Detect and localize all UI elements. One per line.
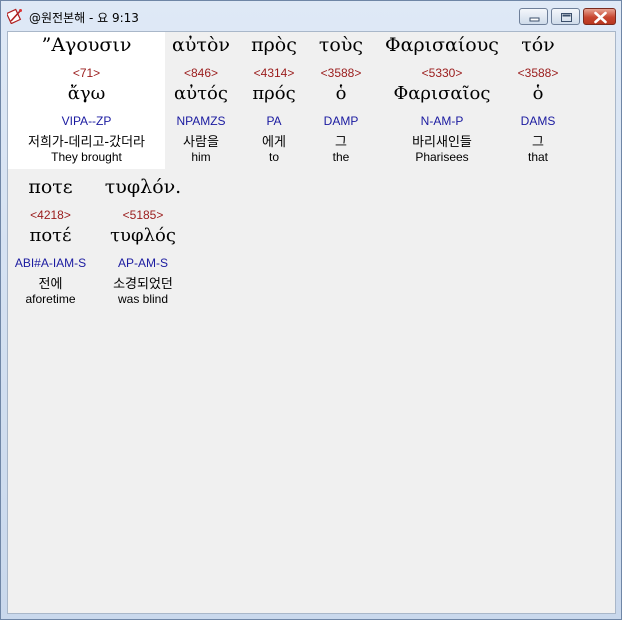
greek-word: ”Αγουσιν <box>41 34 132 56</box>
parsing-code: N-AM-P <box>420 114 464 128</box>
parsing-code: PA <box>266 114 282 128</box>
word-block[interactable]: τοὺς <3588> ὁ DAMP 그 the <box>310 32 372 169</box>
word-block[interactable]: αὐτὸν <846> αὐτός NPAMZS 사람을 him <box>165 32 237 169</box>
book-pen-icon[interactable] <box>5 8 23 25</box>
english-gloss: was blind <box>117 292 169 306</box>
english-gloss: to <box>268 150 279 164</box>
lemma: ὁ <box>532 83 544 104</box>
strong-number[interactable]: <5185> <box>98 208 188 222</box>
english-gloss: aforetime <box>25 292 76 306</box>
minimize-icon <box>529 17 540 22</box>
korean-gloss: 에게 <box>262 135 286 150</box>
strong-number[interactable]: <3588> <box>511 66 565 80</box>
strong-number[interactable]: <5330> <box>375 66 509 80</box>
greek-word: ποτε <box>28 176 73 198</box>
english-gloss: Pharisees <box>415 150 469 164</box>
parsing-code: ABI#A-IAM-S <box>14 256 87 270</box>
lemma: ὁ <box>335 83 347 104</box>
strong-number[interactable]: <4314> <box>240 66 308 80</box>
word-block[interactable]: ”Αγουσιν <71> ἄγω VIPA--ZP 저희가-데리고-갔더라 T… <box>8 32 165 169</box>
word-block[interactable]: πρὸς <4314> πρός PA 에게 to <box>240 32 308 169</box>
greek-word: τόν <box>521 34 555 56</box>
parsing-code: NPAMZS <box>176 114 226 128</box>
close-icon <box>594 11 607 24</box>
lemma: ἄγω <box>67 83 106 104</box>
english-gloss: that <box>527 150 548 164</box>
close-button[interactable] <box>583 8 616 25</box>
parsing-code: DAMP <box>323 114 359 128</box>
word-block[interactable]: τόν <3588> ὁ DAMS 그 that <box>511 32 565 169</box>
word-block[interactable]: τυφλόν. <5185> τυφλός AP-AM-S 소경되었던 was … <box>98 174 188 311</box>
korean-gloss: 사람을 <box>183 135 219 150</box>
parsing-code: VIPA--ZP <box>61 114 112 128</box>
parsing-code: AP-AM-S <box>117 256 168 270</box>
parsing-code: DAMS <box>520 114 556 128</box>
title-bar[interactable]: @원전본해 - 요 9:13 <box>1 1 621 31</box>
korean-gloss: 그 <box>335 135 347 150</box>
strong-number[interactable]: <3588> <box>310 66 372 80</box>
english-gloss: the <box>332 150 350 164</box>
greek-word: αὐτὸν <box>172 34 230 56</box>
english-gloss: They brought <box>51 150 122 164</box>
korean-gloss: 바리새인들 <box>412 135 472 150</box>
lemma: πρός <box>252 83 296 104</box>
greek-word: τοὺς <box>318 34 364 56</box>
korean-gloss: 전에 <box>38 277 63 292</box>
strong-number[interactable]: <71> <box>8 66 165 80</box>
app-window: @원전본해 - 요 9:13 ”Αγουσιν <71> ἄγω VIPA--Z… <box>0 0 622 620</box>
english-gloss: him <box>191 150 211 164</box>
strong-number[interactable]: <846> <box>165 66 237 80</box>
greek-word: τυφλόν. <box>104 176 182 198</box>
minimize-button[interactable] <box>519 8 548 25</box>
window-title: @원전본해 - 요 9:13 <box>29 11 139 25</box>
korean-gloss: 소경되었던 <box>113 277 173 292</box>
maximize-button[interactable] <box>551 8 580 25</box>
korean-gloss: 그 <box>532 135 544 150</box>
greek-word: Φαρισαίους <box>385 34 499 56</box>
lemma: τυφλός <box>110 225 176 246</box>
lemma: ποτέ <box>29 225 72 246</box>
korean-gloss: 저희가-데리고-갔더라 <box>27 135 146 150</box>
word-block[interactable]: ποτε <4218> ποτέ ABI#A-IAM-S 전에 aforetim… <box>8 174 93 311</box>
word-block[interactable]: Φαρισαίους <5330> Φαρισαῖος N-AM-P 바리새인들… <box>375 32 509 169</box>
greek-word: πρὸς <box>251 34 297 56</box>
lemma: Φαρισαῖος <box>393 83 491 104</box>
maximize-icon <box>561 13 572 22</box>
interlinear-panel[interactable]: ”Αγουσιν <71> ἄγω VIPA--ZP 저희가-데리고-갔더라 T… <box>7 31 616 614</box>
strong-number[interactable]: <4218> <box>8 208 93 222</box>
lemma: αὐτός <box>174 83 228 104</box>
